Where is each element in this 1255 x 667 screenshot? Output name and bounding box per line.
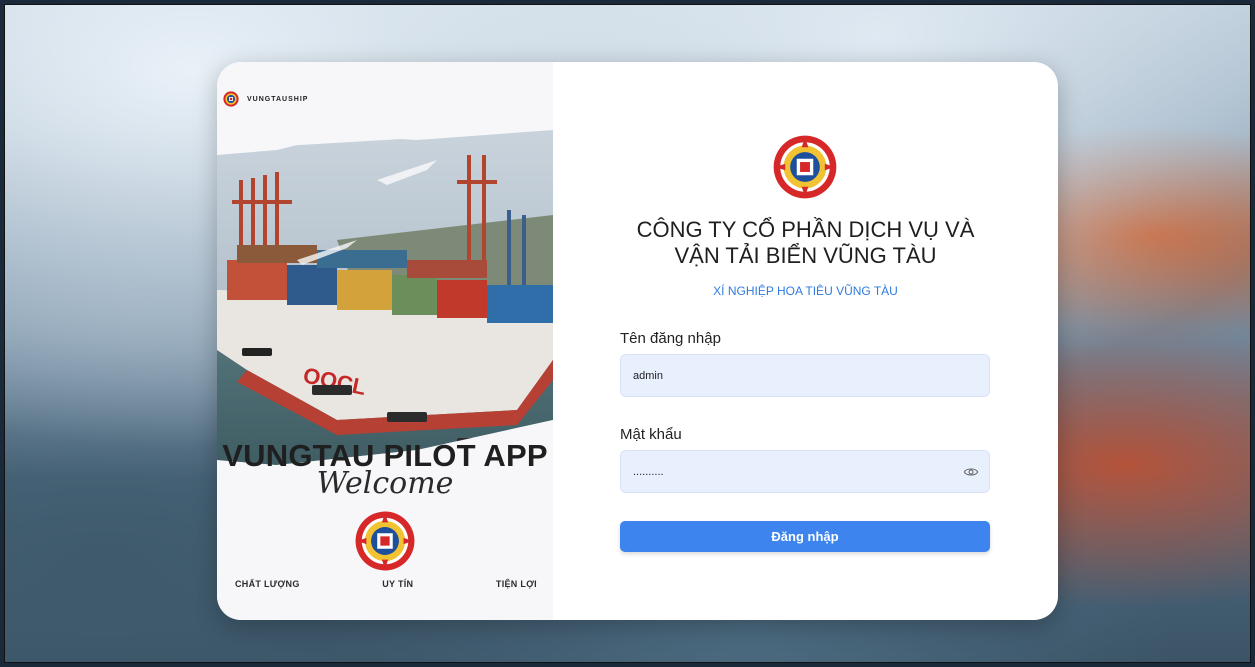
login-form-panel: CÔNG TY CỔ PHẦN DỊCH VỤ VÀ VẬN TẢI BIỂN …: [553, 62, 1058, 620]
company-name-line2: VẬN TẢI BIỂN VŨNG TÀU: [674, 243, 937, 268]
tagline: CHẤT LƯỢNG UY TÍN TIỆN LỢI: [217, 579, 553, 589]
tag-reputation: UY TÍN: [382, 579, 414, 589]
background: VUNGTAUSHIP OOCL VUNGTAU PILOT APP Welco…: [4, 4, 1251, 663]
unit-name: XÍ NGHIỆP HOA TIÊU VŨNG TÀU: [713, 284, 898, 298]
brand: VUNGTAUSHIP: [223, 91, 308, 107]
password-field[interactable]: [620, 450, 990, 493]
username-field[interactable]: [620, 354, 990, 397]
logo-icon: [223, 91, 239, 107]
login-card: VUNGTAUSHIP OOCL VUNGTAU PILOT APP Welco…: [217, 62, 1058, 620]
login-button[interactable]: Đăng nhập: [620, 521, 990, 552]
brand-name: VUNGTAUSHIP: [247, 95, 309, 103]
eye-icon[interactable]: [963, 464, 979, 480]
password-label: Mật khẩu: [620, 426, 682, 443]
username-input[interactable]: [633, 369, 977, 382]
logo-icon: [355, 511, 415, 571]
welcome-text: Welcome: [316, 466, 454, 501]
promo-panel: VUNGTAUSHIP OOCL VUNGTAU PILOT APP Welco…: [217, 62, 553, 620]
password-input[interactable]: [633, 465, 977, 478]
username-label: Tên đăng nhập: [620, 330, 721, 347]
logo-icon: [773, 135, 837, 199]
company-name-line1: CÔNG TY CỔ PHẦN DỊCH VỤ VÀ: [636, 217, 975, 242]
ship-photo: OOCL: [217, 120, 553, 490]
company-name: CÔNG TY CỔ PHẦN DỊCH VỤ VÀ VẬN TẢI BIỂN …: [553, 217, 1058, 269]
tag-quality: CHẤT LƯỢNG: [235, 579, 300, 589]
tag-convenience: TIỆN LỢI: [495, 579, 537, 589]
